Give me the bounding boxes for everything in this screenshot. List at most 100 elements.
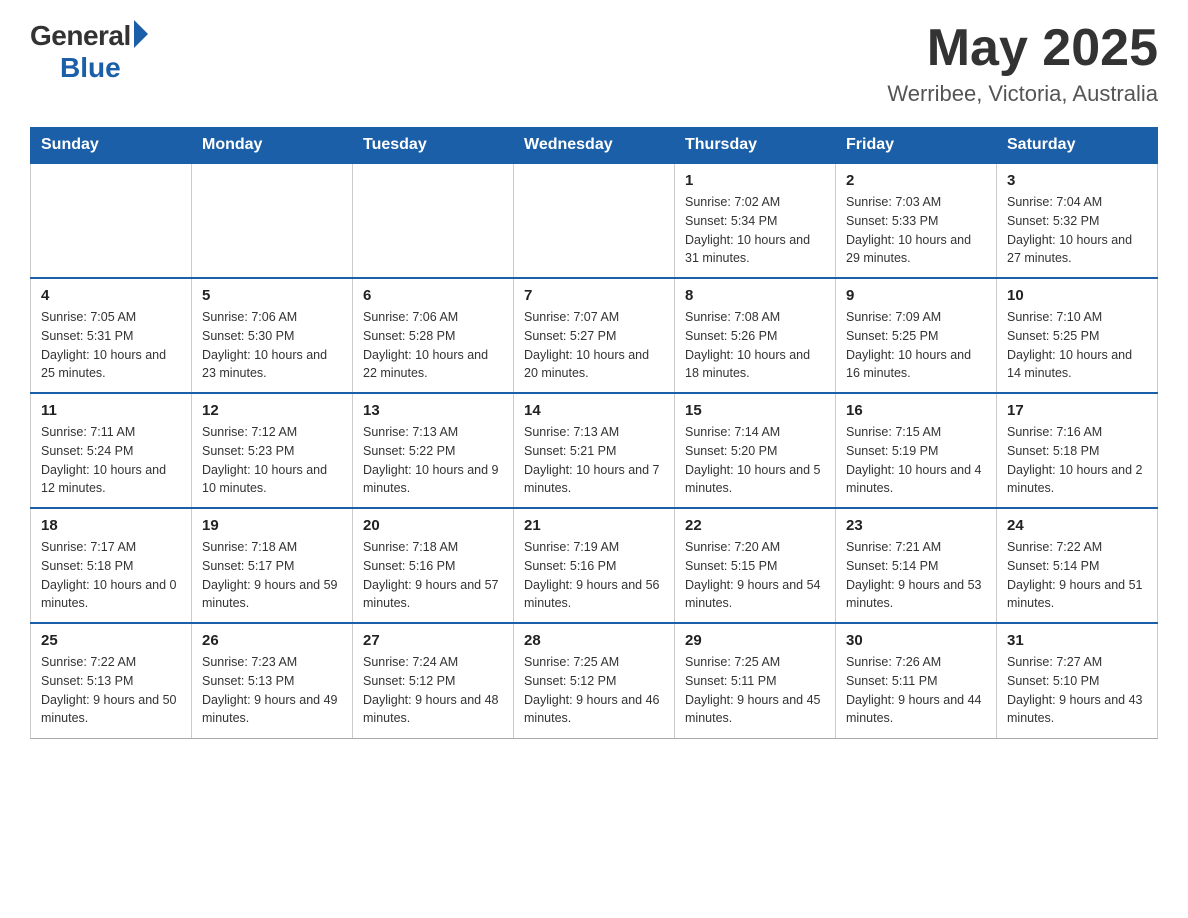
calendar-week-row: 1Sunrise: 7:02 AMSunset: 5:34 PMDaylight…: [31, 163, 1158, 278]
day-number: 14: [524, 402, 664, 419]
day-info: Sunrise: 7:08 AMSunset: 5:26 PMDaylight:…: [685, 308, 825, 383]
calendar-header-sunday: Sunday: [31, 128, 192, 164]
calendar-week-row: 25 Sunrise: 7:22 AMSunset: 5:13 PMDayligh…: [31, 623, 1158, 738]
day-info: Sunrise: 7:22 AMSunset: 5:13 PMDaylight:…: [41, 653, 181, 728]
day-info: Sunrise: 7:13 AMSunset: 5:21 PMDaylight:…: [524, 423, 664, 498]
calendar-cell: 26 Sunrise: 7:23 AMSunset: 5:13 PMDayligh…: [192, 623, 353, 738]
day-number: 22: [685, 517, 825, 534]
day-info: Sunrise: 7:22 AMSunset: 5:14 PMDaylight:…: [1007, 538, 1147, 613]
day-number: 31: [1007, 632, 1147, 649]
day-info: Sunrise: 7:06 AMSunset: 5:28 PMDaylight:…: [363, 308, 503, 383]
logo-arrow-icon: [134, 20, 148, 48]
day-number: 7: [524, 287, 664, 304]
calendar-cell: 29 Sunrise: 7:25 AMSunset: 5:11 PMDayligh…: [675, 623, 836, 738]
logo-general-text: General: [30, 20, 131, 52]
day-info: Sunrise: 7:18 AMSunset: 5:16 PMDaylight:…: [363, 538, 503, 613]
logo-blue-text: Blue: [60, 52, 121, 84]
calendar-cell: 31 Sunrise: 7:27 AMSunset: 5:10 PMDayligh…: [997, 623, 1158, 738]
calendar-cell: 24 Sunrise: 7:22 AMSunset: 5:14 PMDayligh…: [997, 508, 1158, 623]
calendar-cell: 9 Sunrise: 7:09 AMSunset: 5:25 PMDaylight…: [836, 278, 997, 393]
day-info: Sunrise: 7:12 AMSunset: 5:23 PMDaylight:…: [202, 423, 342, 498]
calendar-cell: 14 Sunrise: 7:13 AMSunset: 5:21 PMDayligh…: [514, 393, 675, 508]
day-info: Sunrise: 7:06 AMSunset: 5:30 PMDaylight:…: [202, 308, 342, 383]
day-number: 6: [363, 287, 503, 304]
day-info: Sunrise: 7:20 AMSunset: 5:15 PMDaylight:…: [685, 538, 825, 613]
day-number: 11: [41, 402, 181, 419]
calendar-header-tuesday: Tuesday: [353, 128, 514, 164]
calendar-table: SundayMondayTuesdayWednesdayThursdayFrid…: [30, 127, 1158, 739]
calendar-cell: 3Sunrise: 7:04 AMSunset: 5:32 PMDaylight…: [997, 163, 1158, 278]
day-info: Sunrise: 7:25 AMSunset: 5:11 PMDaylight:…: [685, 653, 825, 728]
calendar-cell: 13 Sunrise: 7:13 AMSunset: 5:22 PMDayligh…: [353, 393, 514, 508]
day-number: 15: [685, 402, 825, 419]
calendar-cell: 25 Sunrise: 7:22 AMSunset: 5:13 PMDayligh…: [31, 623, 192, 738]
calendar-header-saturday: Saturday: [997, 128, 1158, 164]
day-number: 24: [1007, 517, 1147, 534]
day-info: Sunrise: 7:21 AMSunset: 5:14 PMDaylight:…: [846, 538, 986, 613]
calendar-cell: 10Sunrise: 7:10 AMSunset: 5:25 PMDayligh…: [997, 278, 1158, 393]
location-subtitle: Werribee, Victoria, Australia: [887, 81, 1158, 107]
day-info: Sunrise: 7:25 AMSunset: 5:12 PMDaylight:…: [524, 653, 664, 728]
page-header: General Blue May 2025 Werribee, Victoria…: [30, 20, 1158, 107]
day-number: 21: [524, 517, 664, 534]
calendar-cell: 1Sunrise: 7:02 AMSunset: 5:34 PMDaylight…: [675, 163, 836, 278]
title-area: May 2025 Werribee, Victoria, Australia: [887, 20, 1158, 107]
calendar-cell: [514, 163, 675, 278]
day-number: 16: [846, 402, 986, 419]
calendar-cell: 17 Sunrise: 7:16 AMSunset: 5:18 PMDayligh…: [997, 393, 1158, 508]
day-info: Sunrise: 7:09 AMSunset: 5:25 PMDaylight:…: [846, 308, 986, 383]
calendar-cell: [192, 163, 353, 278]
calendar-header-monday: Monday: [192, 128, 353, 164]
day-number: 26: [202, 632, 342, 649]
day-number: 13: [363, 402, 503, 419]
day-number: 5: [202, 287, 342, 304]
day-number: 17: [1007, 402, 1147, 419]
day-number: 20: [363, 517, 503, 534]
day-info: Sunrise: 7:10 AMSunset: 5:25 PMDaylight:…: [1007, 308, 1147, 383]
day-info: Sunrise: 7:26 AMSunset: 5:11 PMDaylight:…: [846, 653, 986, 728]
calendar-cell: 12 Sunrise: 7:12 AMSunset: 5:23 PMDayligh…: [192, 393, 353, 508]
calendar-header-row: SundayMondayTuesdayWednesdayThursdayFrid…: [31, 128, 1158, 164]
calendar-week-row: 18Sunrise: 7:17 AMSunset: 5:18 PMDayligh…: [31, 508, 1158, 623]
calendar-cell: [31, 163, 192, 278]
calendar-week-row: 11Sunrise: 7:11 AMSunset: 5:24 PMDayligh…: [31, 393, 1158, 508]
day-info: Sunrise: 7:19 AMSunset: 5:16 PMDaylight:…: [524, 538, 664, 613]
day-number: 4: [41, 287, 181, 304]
calendar-cell: 2 Sunrise: 7:03 AMSunset: 5:33 PMDaylight…: [836, 163, 997, 278]
day-info: Sunrise: 7:05 AMSunset: 5:31 PMDaylight:…: [41, 308, 181, 383]
day-info: Sunrise: 7:07 AMSunset: 5:27 PMDaylight:…: [524, 308, 664, 383]
calendar-cell: 28Sunrise: 7:25 AMSunset: 5:12 PMDayligh…: [514, 623, 675, 738]
day-number: 9: [846, 287, 986, 304]
calendar-header-thursday: Thursday: [675, 128, 836, 164]
day-number: 19: [202, 517, 342, 534]
day-info: Sunrise: 7:27 AMSunset: 5:10 PMDaylight:…: [1007, 653, 1147, 728]
day-number: 2: [846, 172, 986, 189]
calendar-cell: 21 Sunrise: 7:19 AMSunset: 5:16 PMDayligh…: [514, 508, 675, 623]
day-number: 30: [846, 632, 986, 649]
calendar-cell: 5 Sunrise: 7:06 AMSunset: 5:30 PMDaylight…: [192, 278, 353, 393]
calendar-cell: 30 Sunrise: 7:26 AMSunset: 5:11 PMDayligh…: [836, 623, 997, 738]
calendar-cell: 8 Sunrise: 7:08 AMSunset: 5:26 PMDaylight…: [675, 278, 836, 393]
day-number: 18: [41, 517, 181, 534]
day-number: 29: [685, 632, 825, 649]
day-info: Sunrise: 7:03 AMSunset: 5:33 PMDaylight:…: [846, 193, 986, 268]
day-info: Sunrise: 7:24 AMSunset: 5:12 PMDaylight:…: [363, 653, 503, 728]
day-info: Sunrise: 7:13 AMSunset: 5:22 PMDaylight:…: [363, 423, 503, 498]
calendar-cell: [353, 163, 514, 278]
day-info: Sunrise: 7:15 AMSunset: 5:19 PMDaylight:…: [846, 423, 986, 498]
month-title: May 2025: [887, 20, 1158, 77]
day-info: Sunrise: 7:14 AMSunset: 5:20 PMDaylight:…: [685, 423, 825, 498]
day-number: 23: [846, 517, 986, 534]
day-number: 12: [202, 402, 342, 419]
calendar-cell: 16 Sunrise: 7:15 AMSunset: 5:19 PMDayligh…: [836, 393, 997, 508]
logo: General Blue: [30, 20, 148, 84]
day-number: 27: [363, 632, 503, 649]
day-info: Sunrise: 7:23 AMSunset: 5:13 PMDaylight:…: [202, 653, 342, 728]
calendar-cell: 11Sunrise: 7:11 AMSunset: 5:24 PMDayligh…: [31, 393, 192, 508]
calendar-week-row: 4 Sunrise: 7:05 AMSunset: 5:31 PMDaylight…: [31, 278, 1158, 393]
day-info: Sunrise: 7:16 AMSunset: 5:18 PMDaylight:…: [1007, 423, 1147, 498]
day-number: 8: [685, 287, 825, 304]
day-info: Sunrise: 7:04 AMSunset: 5:32 PMDaylight:…: [1007, 193, 1147, 268]
day-number: 25: [41, 632, 181, 649]
day-number: 1: [685, 172, 825, 189]
